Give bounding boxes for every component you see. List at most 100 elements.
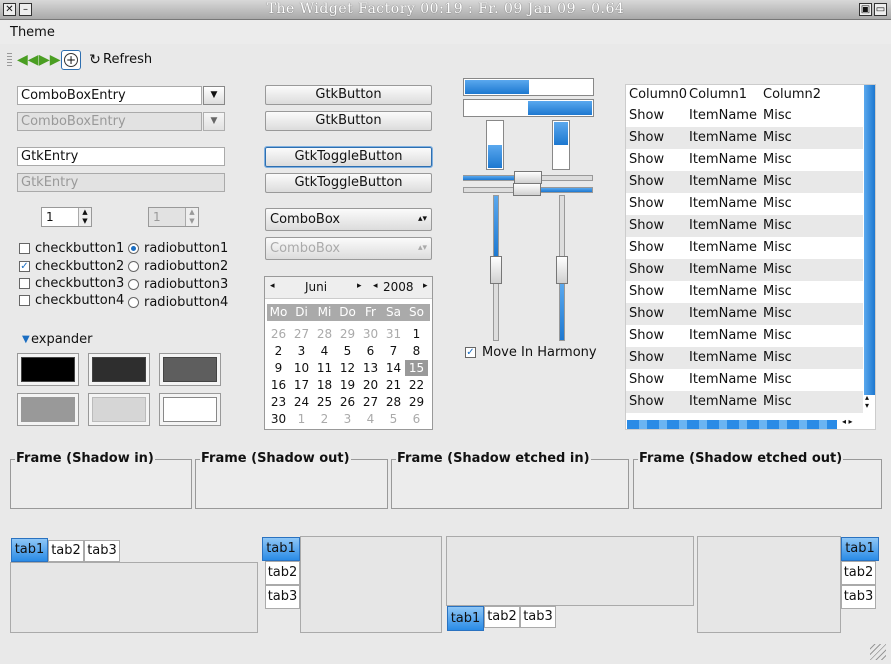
- table-row[interactable]: Show ItemName Misc: [626, 259, 863, 281]
- calendar-day[interactable]: 4: [313, 343, 336, 359]
- calendar-day[interactable]: 24: [290, 394, 313, 410]
- prev-year-icon[interactable]: ◂: [373, 281, 378, 291]
- notebook-bottom-tab3[interactable]: tab3: [520, 606, 556, 628]
- gtk-toggle-button-2[interactable]: GtkToggleButton: [265, 173, 432, 193]
- maximize-icon[interactable]: ▣: [859, 3, 872, 16]
- refresh-button[interactable]: Refresh: [103, 52, 152, 67]
- next-month-icon[interactable]: ▸: [357, 281, 362, 291]
- tree-header-col0[interactable]: Column0: [629, 87, 687, 102]
- calendar-day[interactable]: 17: [290, 377, 313, 393]
- table-row[interactable]: Show ItemName Misc: [626, 347, 863, 369]
- chevron-down-icon[interactable]: ▼: [203, 86, 225, 105]
- calendar-day[interactable]: 1: [405, 326, 428, 342]
- table-row[interactable]: Show ItemName Misc: [626, 369, 863, 391]
- calendar-day[interactable]: 14: [382, 360, 405, 376]
- calendar-day[interactable]: 5: [336, 343, 359, 359]
- hscroll-arrows-icon[interactable]: ◂ ▸: [842, 417, 853, 426]
- table-row[interactable]: Show ItemName Misc: [626, 149, 863, 171]
- table-row[interactable]: Show ItemName Misc: [626, 105, 863, 127]
- notebook-bottom-tab2[interactable]: tab2: [484, 606, 520, 628]
- calendar-day[interactable]: 18: [313, 377, 336, 393]
- table-row[interactable]: Show ItemName Misc: [626, 237, 863, 259]
- calendar-day[interactable]: 3: [290, 343, 313, 359]
- calendar-day[interactable]: 20: [359, 377, 382, 393]
- gtk-entry[interactable]: GtkEntry: [17, 147, 225, 166]
- calendar[interactable]: ◂ Juni ▸ ◂ 2008 ▸ Mo Di Mi Do Fr Sa So 26 27 28 2…: [264, 276, 433, 430]
- next-year-icon[interactable]: ▸: [423, 281, 428, 291]
- notebook-bottom-tab1[interactable]: tab1: [447, 606, 484, 631]
- combo-box[interactable]: ComboBox ▴▾: [265, 208, 432, 231]
- move-in-harmony-checkbox[interactable]: ✓: [465, 347, 476, 358]
- table-row[interactable]: Show ItemName Misc: [626, 325, 863, 347]
- calendar-day[interactable]: 12: [336, 360, 359, 376]
- calendar-day[interactable]: 23: [267, 394, 290, 410]
- gtk-toggle-button[interactable]: GtkToggleButton: [264, 146, 433, 168]
- add-button[interactable]: +: [61, 50, 81, 70]
- calendar-day[interactable]: 27: [359, 394, 382, 410]
- notebook-right-tab1[interactable]: tab1: [841, 537, 879, 561]
- combo-box-entry[interactable]: ComboBoxEntry: [17, 86, 202, 105]
- prev-month-icon[interactable]: ◂: [270, 281, 275, 291]
- table-row[interactable]: Show ItemName Misc: [626, 215, 863, 237]
- calendar-day[interactable]: 30: [359, 326, 382, 342]
- calendar-day[interactable]: 11: [313, 360, 336, 376]
- calendar-day[interactable]: 9: [267, 360, 290, 376]
- tree-header-col2[interactable]: Column2: [763, 87, 821, 102]
- calendar-day[interactable]: 6: [359, 343, 382, 359]
- hscale-2-slider[interactable]: [513, 183, 541, 196]
- gtk-button[interactable]: GtkButton: [265, 85, 432, 105]
- expander-label[interactable]: expander: [31, 332, 93, 347]
- calendar-day[interactable]: 8: [405, 343, 428, 359]
- table-row[interactable]: Show ItemName Misc: [626, 281, 863, 303]
- tree-header-col1[interactable]: Column1: [689, 87, 747, 102]
- calendar-day[interactable]: 1: [290, 411, 313, 427]
- spin-arrows-icon[interactable]: ▲ ▼: [78, 208, 91, 226]
- calendar-day[interactable]: 2: [313, 411, 336, 427]
- calendar-day[interactable]: 3: [336, 411, 359, 427]
- notebook-top-tab3[interactable]: tab3: [84, 540, 120, 562]
- calendar-day[interactable]: 28: [313, 326, 336, 342]
- vscale-1-slider[interactable]: [490, 256, 502, 284]
- menu-theme[interactable]: Theme: [10, 25, 55, 40]
- calendar-day[interactable]: 19: [336, 377, 359, 393]
- toolbar-grip[interactable]: [7, 53, 12, 67]
- tree-vscrollbar[interactable]: [864, 85, 875, 395]
- back-icon[interactable]: ◀◀: [17, 51, 39, 69]
- calendar-day[interactable]: 21: [382, 377, 405, 393]
- forward-icon[interactable]: ▶▶: [39, 51, 61, 69]
- calendar-day[interactable]: 15: [405, 360, 428, 376]
- calendar-day[interactable]: 27: [290, 326, 313, 342]
- table-row[interactable]: Show ItemName Misc: [626, 391, 863, 413]
- notebook-right-tab2[interactable]: tab2: [841, 561, 876, 585]
- calendar-day[interactable]: 29: [405, 394, 428, 410]
- scroll-arrows-icon[interactable]: ▴ ▾: [865, 394, 869, 410]
- table-row[interactable]: Show ItemName Misc: [626, 303, 863, 325]
- radio-4[interactable]: [128, 297, 139, 308]
- resize-grip-icon[interactable]: [870, 644, 886, 660]
- calendar-day[interactable]: 10: [290, 360, 313, 376]
- calendar-day[interactable]: 28: [382, 394, 405, 410]
- calendar-day[interactable]: 4: [359, 411, 382, 427]
- notebook-left-tab1[interactable]: tab1: [262, 537, 300, 561]
- calendar-day[interactable]: 25: [313, 394, 336, 410]
- notebook-right-tab3[interactable]: tab3: [841, 585, 876, 609]
- vscale-2-slider[interactable]: [556, 256, 568, 284]
- expander-arrow-icon[interactable]: ▼: [22, 332, 30, 347]
- calendar-day[interactable]: 22: [405, 377, 428, 393]
- table-row[interactable]: Show ItemName Misc: [626, 193, 863, 215]
- checkbox-2[interactable]: ✓: [19, 261, 30, 272]
- spin-button[interactable]: 1 ▲ ▼: [41, 207, 92, 227]
- calendar-day[interactable]: 2: [267, 343, 290, 359]
- gtk-button-2[interactable]: GtkButton: [265, 111, 432, 131]
- calendar-day[interactable]: 26: [336, 394, 359, 410]
- table-row[interactable]: Show ItemName Misc: [626, 171, 863, 193]
- table-row[interactable]: Show ItemName Misc: [626, 127, 863, 149]
- radio-3[interactable]: [128, 279, 139, 290]
- notebook-top-tab1[interactable]: tab1: [11, 538, 48, 562]
- radio-1[interactable]: [128, 243, 139, 254]
- calendar-day[interactable]: 5: [382, 411, 405, 427]
- checkbox-3[interactable]: [19, 278, 30, 289]
- notebook-left-tab2[interactable]: tab2: [265, 561, 300, 585]
- tree-hscrollbar[interactable]: [627, 420, 837, 429]
- calendar-day[interactable]: 7: [382, 343, 405, 359]
